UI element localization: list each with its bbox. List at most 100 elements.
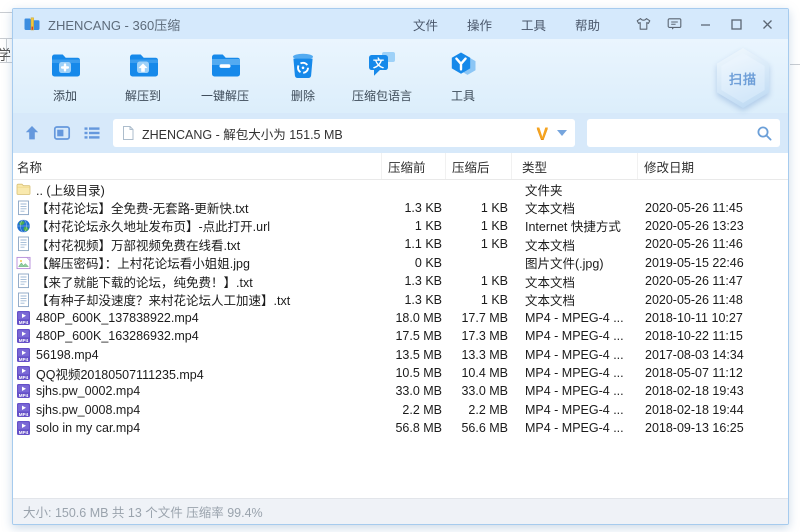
text-file-icon — [16, 236, 31, 252]
toolbar-button-archive-language[interactable]: 文压缩包语言 — [341, 39, 423, 113]
size-before: 56.8 MB — [382, 421, 446, 435]
column-header-before[interactable]: 压缩前 — [382, 153, 446, 179]
search-input[interactable] — [595, 125, 756, 141]
preview-view-icon[interactable] — [53, 124, 71, 142]
status-bar: 大小: 150.6 MB 共 13 个文件 压缩率 99.4% — [13, 498, 788, 524]
size-before: 1.3 KB — [382, 274, 446, 288]
toolbar-button-one-click-extract[interactable]: 一键解压 — [185, 39, 265, 113]
size-before: 2.2 MB — [382, 403, 446, 417]
file-name: .. (上级目录) — [36, 180, 105, 199]
text-file-icon — [16, 200, 31, 216]
column-header-date[interactable]: 修改日期 — [638, 153, 788, 179]
file-type: MP4 - MPEG-4 ... — [512, 403, 638, 417]
svg-text:MP4: MP4 — [19, 412, 29, 417]
minimize-button[interactable] — [694, 14, 716, 34]
toolbar-button-extract-to[interactable]: 解压到 — [101, 39, 185, 113]
table-row[interactable]: 【村花视频】万部视频免费在线看.txt1.1 KB1 KB文本文档2020-05… — [13, 235, 788, 253]
modified-date: 2018-05-07 11:12 — [638, 366, 788, 380]
status-text: 大小: 150.6 MB 共 13 个文件 压缩率 99.4% — [23, 502, 263, 521]
svg-text:MP4: MP4 — [19, 430, 29, 435]
menu-item-1[interactable]: 操作 — [467, 15, 492, 34]
size-after: 1 KB — [446, 293, 512, 307]
size-before: 17.5 MB — [382, 329, 446, 343]
up-level-icon[interactable] — [23, 124, 41, 142]
file-type: MP4 - MPEG-4 ... — [512, 384, 638, 398]
size-before: 13.5 MB — [382, 348, 446, 362]
chevron-down-icon[interactable] — [557, 130, 567, 136]
size-after: 17.3 MB — [446, 329, 512, 343]
file-name: 【有种子却没速度？来村花论坛人工加速】.txt — [36, 290, 290, 309]
toolbar-button-label: 删除 — [291, 87, 315, 104]
file-type: 文本文档 — [512, 290, 638, 309]
modified-date: 2020-05-26 11:46 — [638, 237, 788, 251]
table-row[interactable]: 【来了就能下载的论坛，纯免费！】.txt1.3 KB1 KB文本文档2020-0… — [13, 272, 788, 290]
toolbar-button-delete[interactable]: 删除 — [265, 39, 341, 113]
archive-path-box[interactable]: ZHENCANG - 解包大小为 151.5 MB V — [113, 119, 575, 147]
video-file-icon: MP4 — [16, 420, 31, 436]
file-name: 【村花视频】万部视频免费在线看.txt — [36, 235, 240, 254]
menu-item-0[interactable]: 文件 — [413, 15, 438, 34]
column-header-after[interactable]: 压缩后 — [446, 153, 512, 179]
scan-badge[interactable]: 扫描 — [714, 48, 772, 108]
size-after: 33.0 MB — [446, 384, 512, 398]
address-bar: ZHENCANG - 解包大小为 151.5 MB V — [13, 113, 788, 153]
menu-bar: 文件 操作 工具 帮助 — [413, 15, 600, 34]
table-row[interactable]: MP4sjhs.pw_0002.mp433.0 MB33.0 MBMP4 - M… — [13, 382, 788, 400]
table-row[interactable]: 【解压密码】：上村花论坛看小姐姐.jpg0 KB图片文件(.jpg)2019-0… — [13, 254, 788, 272]
table-row[interactable]: 【村花论坛】全免费-无套路-更新快.txt1.3 KB1 KB文本文档2020-… — [13, 198, 788, 216]
menu-item-2[interactable]: 工具 — [521, 15, 546, 34]
v-logo-icon: V — [537, 125, 548, 142]
feedback-icon[interactable] — [663, 14, 685, 34]
table-row[interactable]: 【村花论坛永久地址发布页】-点此打开.url1 KB1 KBInternet 快… — [13, 217, 788, 235]
background-line — [0, 12, 12, 13]
file-name: 【解压密码】：上村花论坛看小姐姐.jpg — [36, 253, 250, 272]
list-header: 名称压缩前压缩后类型修改日期 — [13, 153, 788, 180]
file-type: MP4 - MPEG-4 ... — [512, 421, 638, 435]
table-row[interactable]: MP4sjhs.pw_0008.mp42.2 MB2.2 MBMP4 - MPE… — [13, 401, 788, 419]
table-row[interactable]: MP4solo in my car.mp456.8 MB56.6 MBMP4 -… — [13, 419, 788, 437]
svg-text:MP4: MP4 — [19, 375, 29, 380]
table-row[interactable]: .. (上级目录)文件夹 — [13, 180, 788, 198]
size-after: 1 KB — [446, 274, 512, 288]
delete-icon — [286, 48, 320, 82]
size-after: 1 KB — [446, 237, 512, 251]
column-header-name[interactable]: 名称 — [13, 153, 382, 179]
modified-date: 2018-10-22 11:15 — [638, 329, 788, 343]
toolbar-button-add[interactable]: 添加 — [29, 39, 101, 113]
list-view-icon[interactable] — [83, 124, 101, 142]
file-name: 【村花论坛永久地址发布页】-点此打开.url — [36, 216, 270, 235]
table-row[interactable]: MP4480P_600K_137838922.mp418.0 MB17.7 MB… — [13, 309, 788, 327]
size-before: 1.3 KB — [382, 293, 446, 307]
modified-date: 2019-05-15 22:46 — [638, 256, 788, 270]
table-row[interactable]: MP4QQ视频20180507111235.mp410.5 MB10.4 MBM… — [13, 364, 788, 382]
close-button[interactable] — [756, 14, 778, 34]
table-row[interactable]: MP456198.mp413.5 MB13.3 MBMP4 - MPEG-4 .… — [13, 346, 788, 364]
modified-date: 2017-08-03 14:34 — [638, 348, 788, 362]
file-name: 480P_600K_163286932.mp4 — [36, 329, 199, 343]
search-icon[interactable] — [756, 125, 773, 142]
table-row[interactable]: 【有种子却没速度？来村花论坛人工加速】.txt1.3 KB1 KB文本文档202… — [13, 290, 788, 308]
menu-item-3[interactable]: 帮助 — [575, 15, 600, 34]
modified-date: 2018-02-18 19:43 — [638, 384, 788, 398]
toolbar-button-label: 一键解压 — [201, 87, 249, 104]
svg-text:MP4: MP4 — [19, 393, 29, 398]
title-bar[interactable]: ZHENCANG - 360压缩 文件操作工具帮助 — [13, 9, 788, 39]
file-name: 【村花论坛】全免费-无套路-更新快.txt — [36, 198, 249, 217]
file-type: MP4 - MPEG-4 ... — [512, 348, 638, 362]
table-row[interactable]: MP4480P_600K_163286932.mp417.5 MB17.3 MB… — [13, 327, 788, 345]
video-file-icon: MP4 — [16, 347, 31, 363]
skin-icon[interactable] — [632, 14, 654, 34]
size-before: 1.3 KB — [382, 201, 446, 215]
toolbar: 添加解压到 一键解压 删除 文压缩包语言工具 扫描 — [13, 39, 788, 113]
file-list: .. (上级目录)文件夹【村花论坛】全免费-无套路-更新快.txt1.3 KB1… — [13, 180, 788, 498]
search-box — [587, 119, 780, 147]
maximize-button[interactable] — [725, 14, 747, 34]
size-after: 17.7 MB — [446, 311, 512, 325]
size-after: 1 KB — [446, 219, 512, 233]
background-line — [790, 64, 800, 65]
toolbar-button-tools[interactable]: 工具 — [423, 39, 503, 113]
toolbar-button-label: 解压到 — [125, 87, 161, 104]
size-after: 2.2 MB — [446, 403, 512, 417]
column-header-type[interactable]: 类型 — [512, 153, 638, 179]
modified-date: 2018-10-11 10:27 — [638, 311, 788, 325]
